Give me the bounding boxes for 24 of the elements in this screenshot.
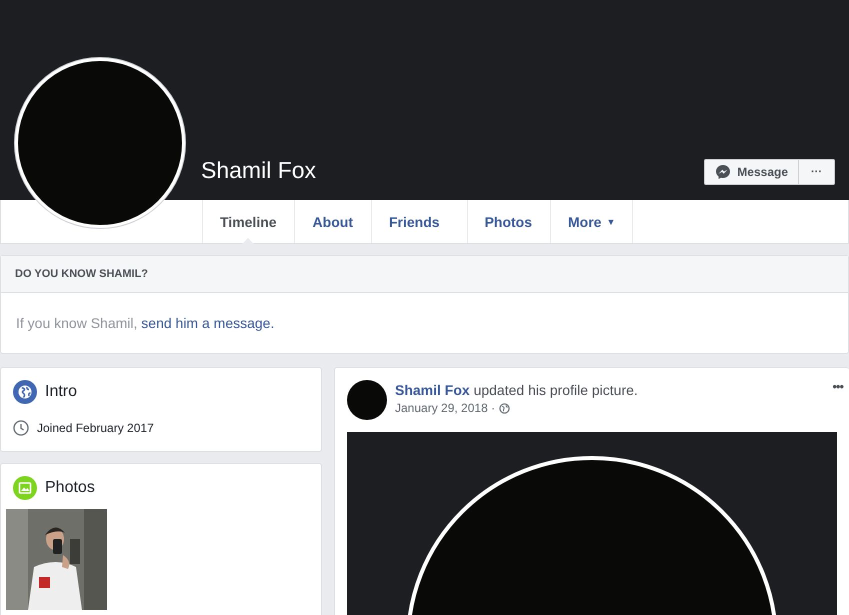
- panel-title: DO YOU KNOW SHAMIL?: [15, 268, 148, 280]
- profile-tab[interactable]: Friends: [370, 200, 467, 243]
- profile-name: Shamil Fox: [201, 157, 316, 184]
- message-button[interactable]: Message: [704, 159, 799, 185]
- messenger-icon: [715, 164, 732, 180]
- post-date: January 29, 2018 ·: [395, 401, 496, 415]
- globe-icon: [499, 402, 510, 414]
- panel-text: If you know Shamil, send him a message.: [16, 315, 274, 331]
- profile-tab[interactable]: About: [294, 200, 371, 243]
- more-options-button[interactable]: ···: [799, 159, 835, 185]
- profile-tab[interactable]: More ▼: [550, 200, 634, 243]
- card-title: Intro: [45, 383, 78, 401]
- clock-icon: [13, 420, 29, 436]
- profile-tab[interactable]: Photos: [466, 200, 550, 243]
- profile-tab[interactable]: Timeline: [202, 200, 294, 243]
- message-link[interactable]: send him a message.: [141, 315, 274, 331]
- author-link[interactable]: Shamil Fox: [395, 382, 470, 398]
- joined-date: Joined February 2017: [37, 421, 154, 435]
- photo-icon: [13, 476, 37, 500]
- author-avatar: [347, 380, 387, 420]
- post-menu-button[interactable]: •••: [832, 379, 843, 394]
- globe-icon: [13, 380, 37, 404]
- card-title: Photos: [45, 479, 95, 497]
- post-headline: Shamil Fox updated his profile picture.: [395, 382, 638, 398]
